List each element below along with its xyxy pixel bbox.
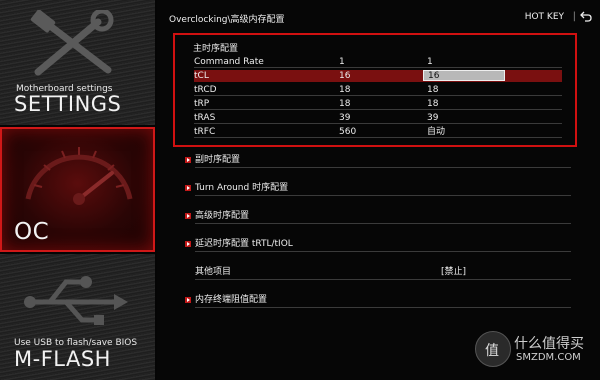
row-divider [195, 167, 571, 168]
menu-item-value[interactable]: [禁止] [441, 266, 466, 278]
watermark-name: 什么值得买 [514, 336, 584, 352]
timing-row-tras[interactable]: tRAS 39 39 [194, 112, 562, 124]
timing-current-value: 16 [339, 71, 351, 81]
timing-row-trfc[interactable]: tRFC 560 自动 [194, 126, 562, 138]
tools-icon [30, 10, 114, 76]
bios-screen: Motherboard settings SETTINGS OC Use USB… [0, 0, 600, 380]
watermark-badge-icon: 值 [475, 331, 511, 367]
row-divider [195, 279, 571, 280]
hotkey-separator: | [572, 11, 576, 22]
top-bar: Overclocking\高级内存配置 HOT KEY | [157, 0, 600, 30]
menu-item-turn-around[interactable]: Turn Around 时序配置 [185, 182, 571, 196]
expand-arrow-icon [185, 185, 191, 191]
expand-arrow-icon [185, 297, 191, 303]
timing-label: tCL [194, 71, 209, 81]
row-divider [195, 307, 571, 308]
sidebar: Motherboard settings SETTINGS OC Use USB… [0, 0, 155, 380]
timing-row-command-rate[interactable]: Command Rate 1 1 [194, 56, 562, 68]
main-timing-header: 主时序配置 [193, 44, 239, 54]
watermark-domain: SMZDM.COM [516, 352, 581, 363]
row-divider [194, 123, 562, 124]
timing-row-trp[interactable]: tRP 18 18 [194, 98, 562, 110]
settings-title: SETTINGS [14, 92, 122, 116]
timing-row-trcd[interactable]: tRCD 18 18 [194, 84, 562, 96]
menu-item-label: 延迟时序配置 tRTL/tIOL [195, 239, 293, 249]
watermark-badge-glyph: 值 [485, 343, 499, 359]
usb-icon [24, 276, 128, 325]
breadcrumb: Overclocking\高级内存配置 [169, 15, 285, 25]
timing-row-tcl[interactable]: tCL 16 16 [194, 70, 562, 82]
back-arrow-icon[interactable] [580, 10, 592, 22]
main-panel: Overclocking\高级内存配置 HOT KEY | 主时序配置 Comm… [157, 0, 600, 380]
menu-item-sub-timing[interactable]: 副时序配置 [185, 154, 571, 168]
gauge-icon [25, 147, 133, 205]
menu-item-latency-timing[interactable]: 延迟时序配置 tRTL/tIOL [185, 238, 571, 252]
row-divider [194, 95, 562, 96]
menu-item-label: 高级时序配置 [195, 211, 250, 221]
oc-title: OC [14, 219, 50, 245]
sidebar-item-mflash[interactable]: Use USB to flash/save BIOS M-FLASH [0, 254, 155, 380]
row-divider [194, 67, 562, 68]
menu-item-advanced-timing[interactable]: 高级时序配置 [185, 210, 571, 224]
row-divider [195, 223, 571, 224]
expand-arrow-icon [185, 213, 191, 219]
hotkey-button[interactable]: HOT KEY [525, 12, 564, 22]
row-divider [194, 109, 562, 110]
expand-arrow-icon [185, 241, 191, 247]
row-divider [195, 195, 571, 196]
menu-item-label: Turn Around 时序配置 [195, 183, 289, 193]
sidebar-item-settings[interactable]: Motherboard settings SETTINGS [0, 0, 155, 125]
menu-item-label: 副时序配置 [195, 155, 241, 165]
sidebar-item-oc[interactable]: OC [0, 127, 155, 252]
expand-arrow-icon [185, 157, 191, 163]
menu-item-termination[interactable]: 内存终端阻值配置 [185, 294, 571, 308]
timing-setting-field[interactable]: 16 [423, 70, 505, 81]
menu-item-label: 其他项目 [195, 267, 232, 277]
menu-item-label: 内存终端阻值配置 [195, 295, 268, 305]
row-divider [194, 137, 562, 138]
row-divider [195, 251, 571, 252]
menu-item-other[interactable]: 其他项目 [禁止] [185, 266, 571, 280]
mflash-title: M-FLASH [14, 347, 111, 371]
